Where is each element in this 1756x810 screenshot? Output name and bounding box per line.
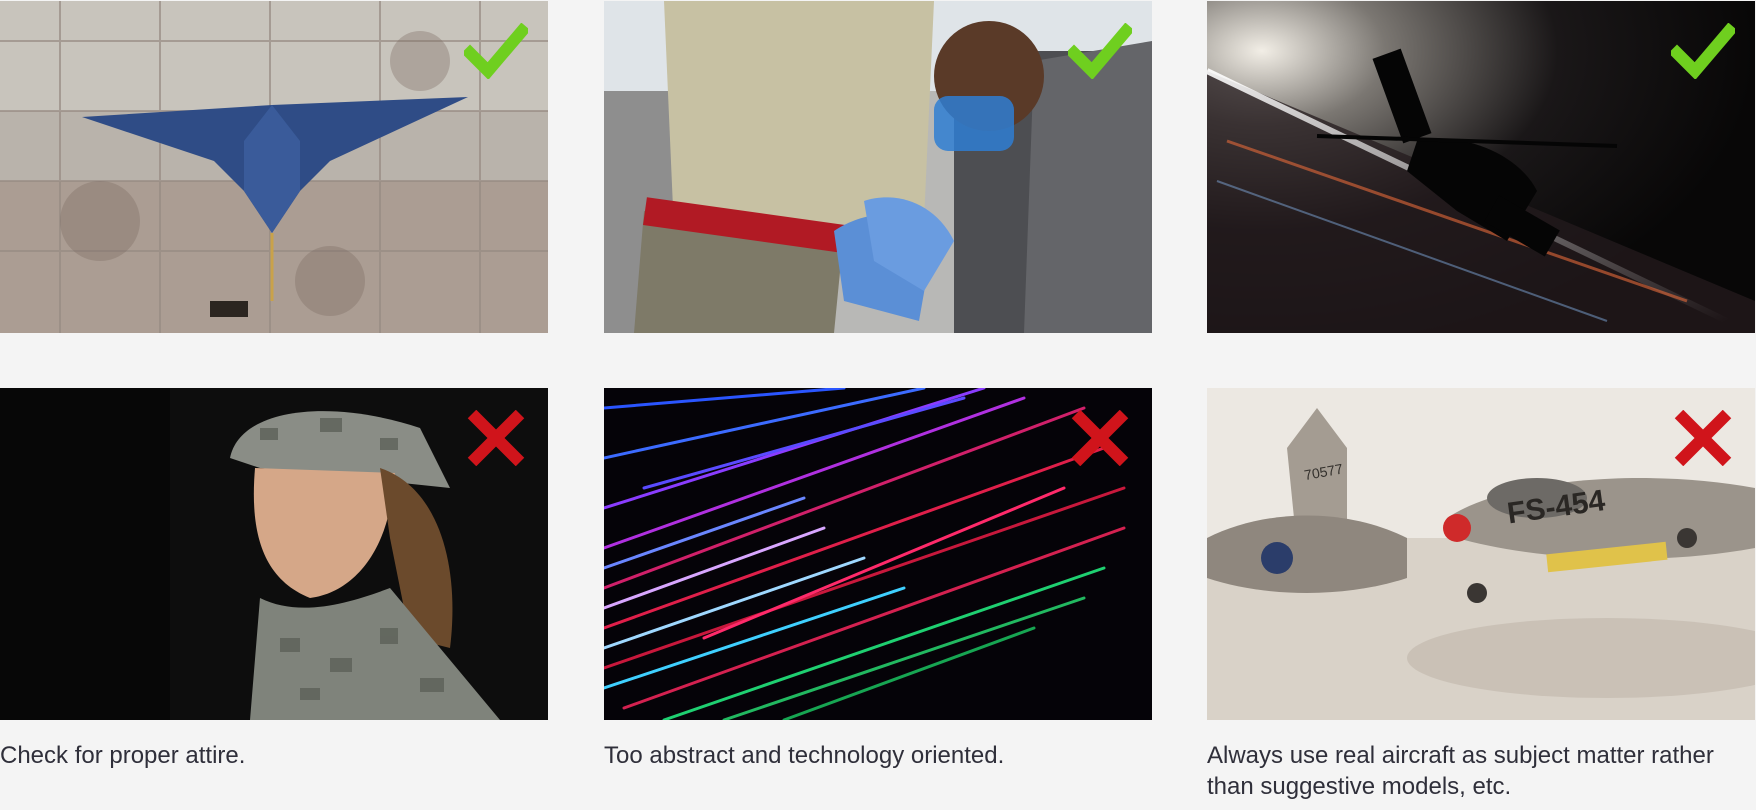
- example-image-abstract-streaks: [604, 388, 1152, 720]
- example-image-soldier-portrait: [0, 388, 548, 720]
- caption-too-abstract: Too abstract and technology oriented.: [604, 742, 1005, 769]
- example-image-airman-working: [604, 1, 1152, 333]
- caption-proper-attire: Check for proper attire.: [0, 742, 246, 769]
- example-image-model-aircraft: 70577 FS-454: [1207, 388, 1755, 720]
- x-mark-icon: [464, 409, 528, 467]
- checkmark-icon: [1668, 22, 1738, 80]
- caption-real-aircraft: Always use real aircraft as subject matt…: [1207, 742, 1714, 800]
- example-image-helicopter-night: [1207, 1, 1755, 333]
- example-image-stealth-bomber: [0, 1, 548, 333]
- checkmark-icon: [1065, 22, 1135, 80]
- x-mark-icon: [1671, 409, 1735, 467]
- x-mark-icon: [1068, 409, 1132, 467]
- checkmark-icon: [461, 22, 531, 80]
